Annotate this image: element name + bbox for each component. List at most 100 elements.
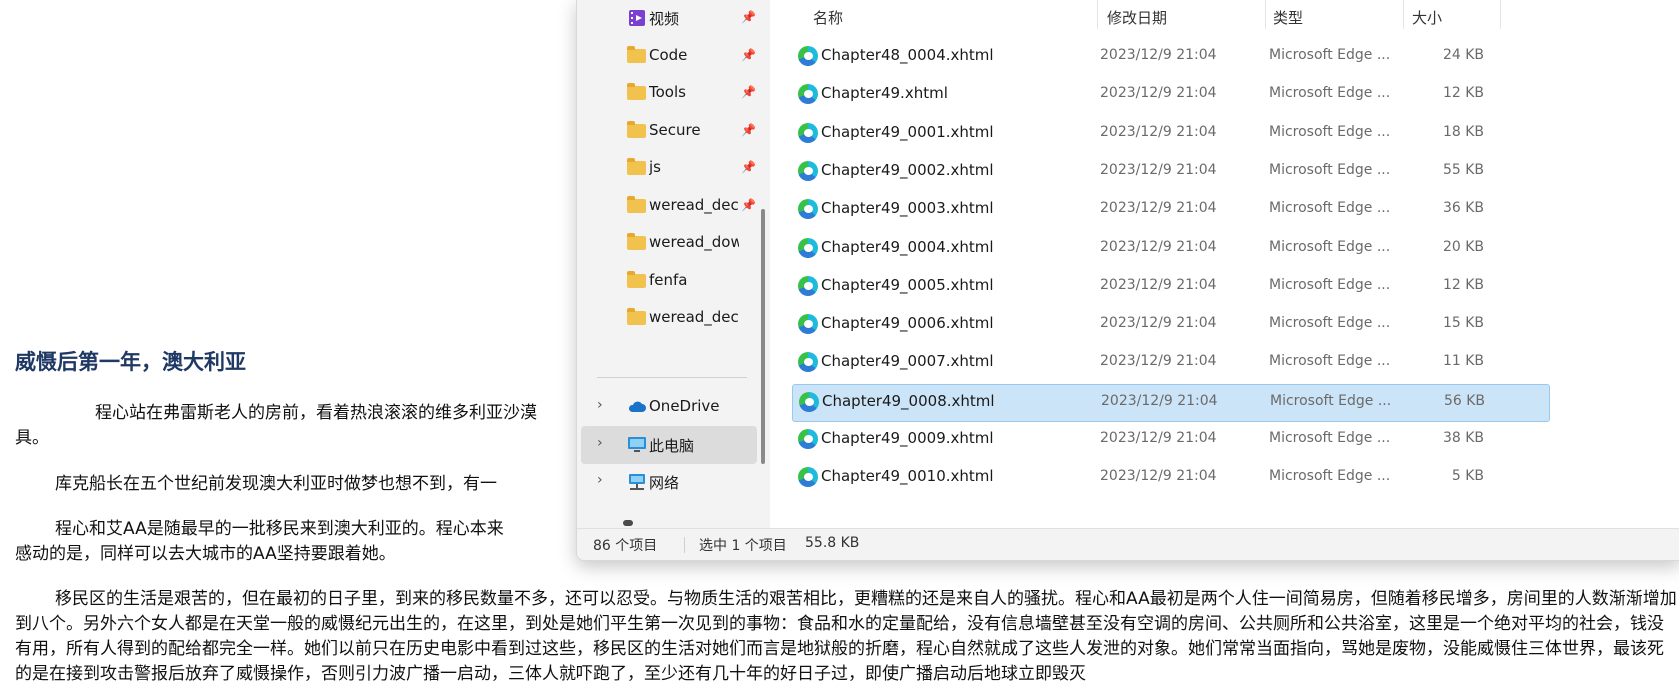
column-divider[interactable] [1403,0,1404,29]
nav-overflow-indicator [623,520,633,526]
file-row[interactable]: Chapter49.xhtml 2023/12/9 21:04 Microsoft … [792,77,1548,113]
file-size: 5 KB [1451,468,1484,485]
pin-icon[interactable]: 📌 [741,160,756,174]
nav-item-quick-access[interactable]: Code 📌 [581,37,757,75]
nav-item-quick-access[interactable]: weread_dec 📌 [581,187,757,225]
edge-file-icon [798,160,818,181]
file-type: Microsoft Edge ... [1269,85,1391,102]
column-header-modified[interactable]: 修改日期 [1107,7,1167,28]
file-size: 12 KB [1442,85,1484,102]
column-header-type[interactable]: 类型 [1273,7,1303,28]
edge-file-icon [798,199,818,220]
chevron-right-icon[interactable]: › [597,472,603,488]
nav-item-quick-access[interactable]: fenfa [581,262,757,300]
file-row[interactable]: Chapter49_0003.xhtml 2023/12/9 21:04 Micro… [792,192,1548,228]
file-name: Chapter49_0004.xhtml [821,237,994,256]
folder-icon [627,233,646,250]
file-row[interactable]: Chapter49_0004.xhtml 2023/12/9 21:04 Micro… [792,231,1548,267]
file-type: Microsoft Edge ... [1269,353,1391,370]
file-date: 2023/12/9 21:04 [1101,392,1218,409]
file-row[interactable]: Chapter49_0009.xhtml 2023/12/9 21:04 Micro… [792,422,1548,458]
pin-icon[interactable]: 📌 [741,198,756,212]
column-header-name[interactable]: 名称 [813,7,843,28]
chevron-right-icon[interactable]: › [597,435,603,451]
network-icon [629,474,645,490]
nav-item-this-pc[interactable]: › 此电脑 [581,426,757,464]
column-divider[interactable] [1265,0,1266,29]
file-row[interactable]: Chapter49_0010.xhtml 2023/12/9 21:04 Micro… [792,460,1548,496]
pin-icon[interactable]: 📌 [741,10,756,24]
nav-item-quick-access[interactable]: js 📌 [581,149,757,187]
nav-item-quick-access[interactable]: Secure 📌 [581,112,757,150]
file-size: 20 KB [1442,238,1484,255]
paragraph-1-line-1: 程心站在弗雷斯老人的房前，看着热浪滚滚的维多利亚沙漠 [95,403,537,423]
file-name: Chapter49_0003.xhtml [821,199,994,218]
file-date: 2023/12/9 21:04 [1100,123,1217,140]
nav-item-quick-access[interactable]: weread_decryp [581,299,757,337]
file-explorer-window: 视频 📌 Code 📌 Tools 📌 Secure 📌 js 📌 weread_dec 📌 werea… [576,0,1679,561]
file-row[interactable]: Chapter49_0002.xhtml 2023/12/9 21:04 Micro… [792,154,1548,190]
nav-label: Secure [649,120,701,139]
file-date: 2023/12/9 21:04 [1100,161,1217,178]
edge-file-icon [799,391,819,412]
nav-label: 视频 [649,10,680,28]
file-size: 55 KB [1442,161,1484,178]
folder-icon [627,83,646,100]
chevron-right-icon[interactable]: › [597,397,603,413]
file-row[interactable]: Chapter48_0004.xhtml 2023/12/9 21:04 Micro… [792,39,1548,75]
file-size: 36 KB [1442,200,1484,217]
file-row[interactable]: Chapter49_0001.xhtml 2023/12/9 21:04 Micro… [792,116,1548,152]
nav-item-quick-access[interactable]: weread_downl [581,224,757,262]
paragraph-3-line-1: 程心和艾AA是随最早的一批移民来到澳大利亚的。程心本来 [55,519,504,539]
column-divider[interactable] [1097,0,1098,29]
file-row[interactable]: Chapter49_0008.xhtml 2023/12/9 21:04 Micro… [792,383,1550,422]
paragraph-3-line-2: 感动的是，同样可以去大城市的AA坚持要跟着她。 [15,544,396,564]
file-type: Microsoft Edge ... [1270,392,1392,409]
file-name: Chapter49_0002.xhtml [821,160,994,179]
file-name: Chapter48_0004.xhtml [821,46,994,64]
nav-item-onedrive[interactable]: › OneDrive [581,388,757,426]
file-name: Chapter49.xhtml [821,84,948,103]
file-row[interactable]: Chapter49_0006.xhtml 2023/12/9 21:04 Micro… [792,307,1548,343]
file-name: Chapter49_0001.xhtml [821,122,994,141]
nav-label: Code [649,45,688,64]
file-size: 24 KB [1442,47,1484,63]
pin-icon[interactable]: 📌 [741,48,756,62]
edge-file-icon [798,84,818,105]
edge-file-icon [798,314,818,335]
pin-icon[interactable]: 📌 [741,85,756,99]
nav-label: weread_dec [649,195,739,214]
nav-scrollbar[interactable] [761,209,765,464]
file-size: 56 KB [1443,392,1485,409]
folder-icon [627,45,646,63]
file-date: 2023/12/9 21:04 [1100,47,1217,63]
status-divider [684,537,685,553]
file-row[interactable]: Chapter49_0005.xhtml 2023/12/9 21:04 Micro… [792,269,1548,305]
paragraph-2: 库克船长在五个世纪前发现澳大利亚时做梦也想不到，有一 [55,474,497,494]
navigation-pane: 视频 📌 Code 📌 Tools 📌 Secure 📌 js 📌 weread_dec 📌 werea… [577,0,770,528]
nav-label: 网络 [649,474,680,492]
status-bar: 86 个项目 选中 1 个项目 55.8 KB [577,528,1679,560]
pin-icon[interactable]: 📌 [741,123,756,137]
folder-icon [627,195,646,213]
file-date: 2023/12/9 21:04 [1100,276,1217,293]
file-size: 18 KB [1442,123,1484,140]
nav-item-quick-access[interactable]: Tools 📌 [581,74,757,112]
folder-icon [627,270,646,288]
nav-item-quick-access[interactable]: 视频 📌 [581,0,757,37]
file-type: Microsoft Edge ... [1269,276,1391,293]
file-type: Microsoft Edge ... [1269,200,1391,217]
column-header-size[interactable]: 大小 [1412,7,1442,28]
edge-file-icon [798,429,818,449]
file-type: Microsoft Edge ... [1269,430,1391,446]
folder-icon [627,308,646,325]
edge-file-icon [798,467,818,488]
nav-divider [597,377,747,378]
nav-item-network[interactable]: › 网络 [581,463,757,501]
nav-label: fenfa [649,270,688,289]
file-row[interactable]: Chapter49_0007.xhtml 2023/12/9 21:04 Micro… [792,345,1548,381]
file-name: Chapter49_0005.xhtml [821,275,994,294]
column-divider[interactable] [1500,0,1501,29]
file-name: Chapter49_0010.xhtml [821,467,994,486]
folder-icon [627,158,646,175]
